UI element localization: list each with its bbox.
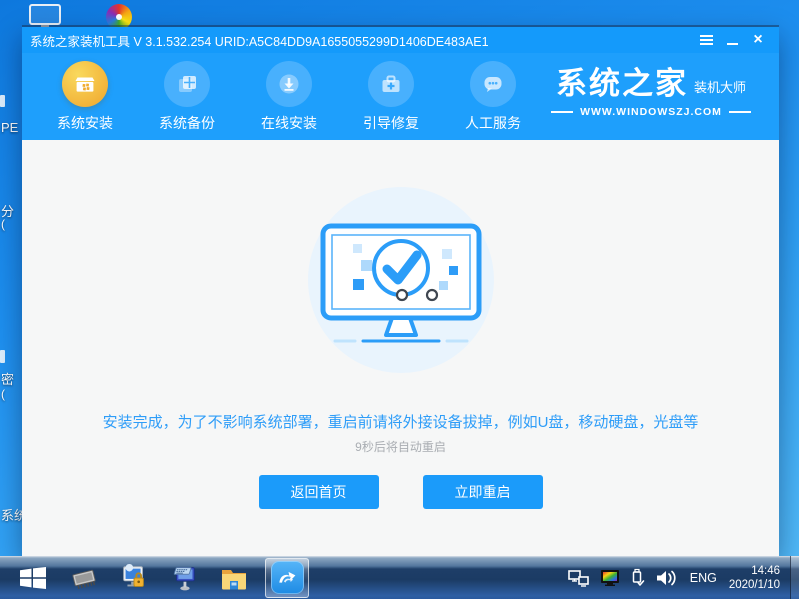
nav-label: 系统备份 [159, 115, 215, 131]
on-screen-keyboard-app[interactable] [169, 561, 199, 595]
nav-label: 系统安装 [57, 115, 113, 131]
folder-icon [222, 569, 246, 589]
desktop-icon-label[interactable]: ( [1, 217, 5, 231]
back-home-button[interactable]: 返回首页 [258, 475, 379, 509]
ram-chip-app[interactable] [69, 561, 99, 595]
nav-label: 人工服务 [465, 115, 521, 131]
ram-chip-icon [72, 569, 96, 589]
action-buttons: 返回首页 立即重启 [22, 475, 779, 509]
install-complete-illustration [301, 187, 501, 377]
minimize-icon [726, 42, 738, 45]
clock-date: 2020/1/10 [728, 578, 780, 591]
installer-app-icon [270, 561, 304, 594]
show-desktop-button[interactable] [790, 556, 799, 599]
taskbar-apps [59, 557, 315, 598]
minimize-button[interactable] [719, 27, 745, 53]
monitor-check-icon [307, 187, 494, 373]
taskbar: ENG 14:46 2020/1/10 [0, 556, 799, 599]
brand-name: 系统之家 [555, 66, 688, 101]
window-title: 系统之家装机工具 V 3.1.532.254 URID:A5C84DD9A165… [30, 34, 489, 49]
brand-website: WWW.WINDOWSZJ.COM [580, 106, 722, 118]
start-button[interactable] [13, 556, 53, 599]
desktop-icon-fragment [0, 350, 5, 363]
chat-bubble-icon [470, 61, 516, 107]
backup-copy-icon [164, 61, 210, 107]
close-button[interactable]: × [745, 27, 771, 53]
usb-icon[interactable] [630, 568, 645, 587]
desktop-icon-fragment [0, 95, 5, 107]
display-lock-icon [123, 563, 144, 587]
desktop-icon-label[interactable]: 密 [1, 369, 14, 388]
nav-label: 引导修复 [363, 115, 419, 131]
installer-taskbar-button[interactable] [265, 557, 309, 598]
language-indicator[interactable]: ENG [690, 571, 717, 585]
pe-desktop: { "window": { "title": "系统之家装机工具 V 3.1.5… [0, 0, 799, 599]
install-complete-message: 安装完成，为了不影响系统部署，重启前请将外接设备拔掉，例如U盘，移动硬盘，光盘等 [102, 414, 699, 431]
nav-item-boot-repair[interactable]: 引导修复 [356, 61, 426, 140]
system-tray: ENG 14:46 2020/1/10 [563, 556, 799, 599]
hamburger-icon [699, 35, 713, 45]
nav-item-support[interactable]: 人工服务 [458, 61, 528, 140]
nav-item-system-install[interactable]: 系统安装 [50, 61, 120, 140]
restart-now-button[interactable]: 立即重启 [422, 475, 543, 509]
nav-label: 在线安装 [261, 115, 317, 131]
download-circle-icon [266, 61, 312, 107]
close-icon: × [753, 31, 763, 48]
logo-divider [551, 111, 574, 113]
display-color-icon[interactable] [600, 569, 620, 586]
restart-countdown: 9秒后将自动重启 [355, 440, 446, 454]
logo-divider [728, 111, 751, 113]
brand-subtitle: 装机大师 [693, 80, 746, 95]
desktop-icon-label[interactable]: ( [1, 387, 5, 401]
titlebar: 系统之家装机工具 V 3.1.532.254 URID:A5C84DD9A165… [22, 27, 779, 53]
nav-item-online-install[interactable]: 在线安装 [254, 61, 324, 140]
volume-icon[interactable] [655, 569, 677, 587]
taskbar-clock[interactable]: 14:46 2020/1/10 [729, 564, 780, 592]
brand-logo: 系统之家 装机大师 WWW.WINDOWSZJ.COM [537, 68, 765, 118]
network-icon[interactable] [567, 569, 590, 587]
menu-button[interactable] [693, 27, 719, 53]
toolbox-plus-icon [368, 61, 414, 107]
install-box-icon [62, 61, 108, 107]
keyboard-display-icon [173, 566, 195, 590]
main-content: 安装完成，为了不影响系统部署，重启前请将外接设备拔掉，例如U盘，移动硬盘，光盘等… [22, 140, 779, 556]
display-lock-app[interactable] [119, 561, 149, 595]
nav-item-system-backup[interactable]: 系统备份 [152, 61, 222, 140]
desktop-icon-label[interactable]: PE [1, 120, 18, 135]
navbar: 系统安装 系统备份 在线安装 引导修复 人工服务 系统之家 装机大师 WWW.W… [22, 53, 779, 140]
windows-start-icon [20, 566, 46, 589]
installer-window: 系统之家装机工具 V 3.1.532.254 URID:A5C84DD9A165… [22, 27, 779, 556]
clock-time: 14:46 [751, 564, 780, 577]
file-explorer-app[interactable] [219, 561, 249, 595]
